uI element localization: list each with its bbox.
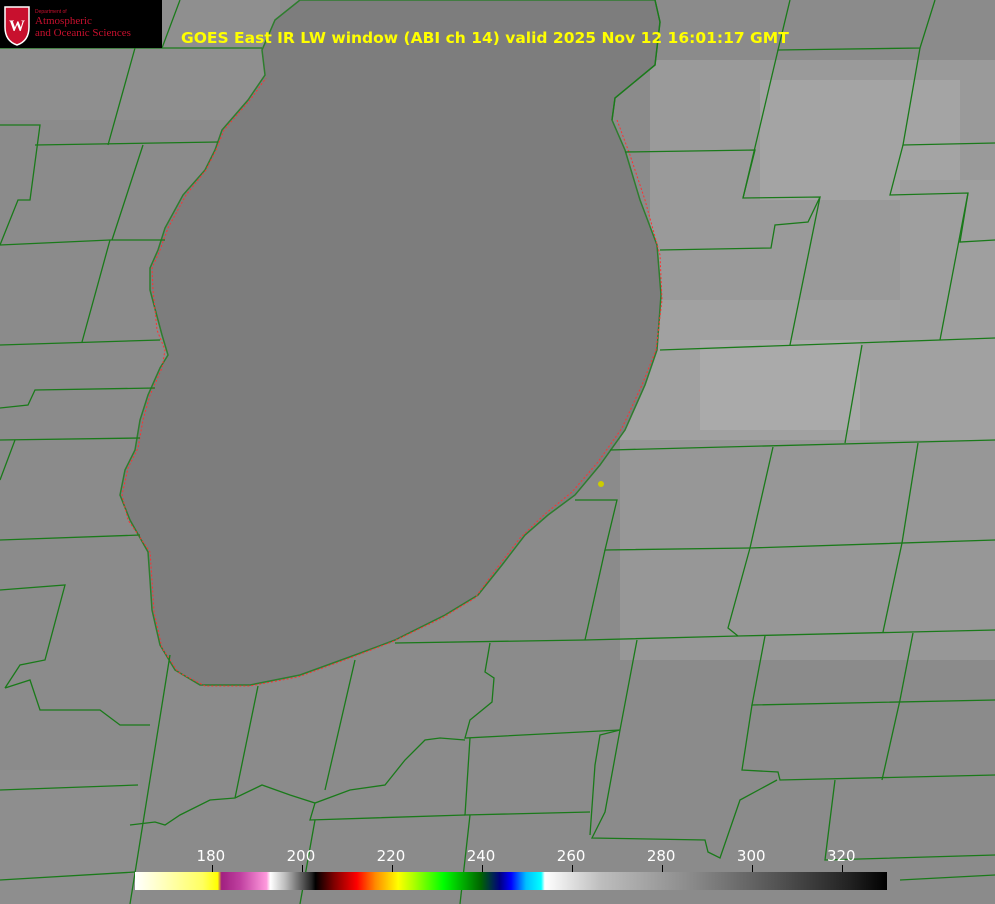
colorbar-tick-mark [481, 865, 483, 872]
crest-icon: W [4, 6, 30, 46]
colorbar-tick-label: 300 [736, 847, 766, 865]
colorbar-tick-label: 320 [826, 847, 856, 865]
colorbar-tick-label: 240 [466, 847, 496, 865]
colorbar-tick-label: 220 [376, 847, 406, 865]
station-marker [598, 481, 604, 487]
colorbar-tick-mark [391, 865, 393, 872]
cloud-patch [900, 180, 995, 330]
cloud-patch [700, 340, 860, 430]
image-title: GOES East IR LW window (ABI ch 14) valid… [181, 29, 789, 47]
logo-line1: Atmospheric [35, 15, 92, 27]
cloud-patch [0, 770, 140, 904]
colorbar-tick-mark [211, 865, 213, 872]
colorbar-tick-label: 280 [646, 847, 676, 865]
colorbar-tick-mark [301, 865, 303, 872]
colorbar-tick-mark [571, 865, 573, 872]
temperature-colorbar [135, 872, 887, 890]
logo-line2: and Oceanic Sciences [35, 27, 131, 39]
uw-aos-logo: W Department of Atmospheric and Oceanic … [0, 0, 162, 48]
colorbar-tick-mark [751, 865, 753, 872]
cloud-patch [620, 440, 995, 660]
colorbar-tick-label: 180 [196, 847, 226, 865]
colorbar-tick-mark [661, 865, 663, 872]
colorbar-tick-label: 260 [556, 847, 586, 865]
colorbar-tick-mark [841, 865, 843, 872]
satellite-map [0, 0, 995, 904]
colorbar-tick-label: 200 [286, 847, 316, 865]
svg-text:W: W [9, 18, 25, 35]
